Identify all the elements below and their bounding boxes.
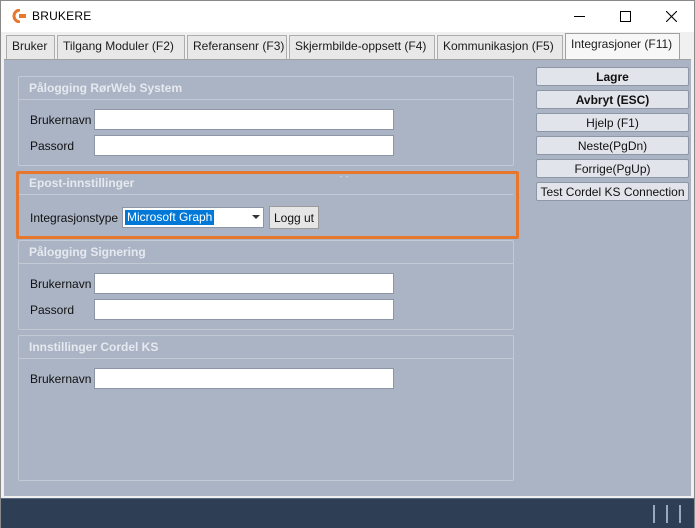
close-button[interactable] (648, 1, 694, 32)
signering-password-label: Passord (30, 303, 75, 317)
signering-password-input[interactable] (94, 299, 394, 320)
group-divider (19, 263, 513, 264)
status-bar (1, 498, 694, 528)
minimize-button[interactable] (556, 1, 602, 32)
tab-bruker[interactable]: Bruker (6, 35, 55, 59)
tab-label: Tilgang Moduler (F2) (63, 39, 174, 53)
tab-label: Skjermbilde-oppsett (F4) (295, 39, 427, 53)
rorweb-password-input[interactable] (94, 135, 394, 156)
next-button[interactable]: Neste(PgDn) (536, 136, 689, 155)
cordel-username-input[interactable] (94, 368, 394, 389)
tab-strip: Bruker Tilgang Moduler (F2) Referansenr … (1, 32, 694, 61)
test-cordel-connection-button[interactable]: Test Cordel KS Connection (536, 182, 689, 201)
tab-integrasjoner[interactable]: Integrasjoner (F11) (565, 33, 680, 61)
title-bar[interactable]: BRUKERE (1, 1, 694, 32)
close-icon (665, 11, 677, 22)
signering-username-input[interactable] (94, 273, 394, 294)
tab-skjermbilde-oppsett[interactable]: Skjermbilde-oppsett (F4) (289, 35, 435, 59)
signering-username-label: Brukernavn (30, 277, 92, 291)
highlight-frame (16, 171, 519, 239)
tab-kommunikasjon[interactable]: Kommunikasjon (F5) (437, 35, 563, 59)
save-button[interactable]: Lagre (536, 67, 689, 86)
cancel-button[interactable]: Avbryt (ESC) (536, 90, 689, 109)
status-separator (666, 505, 668, 523)
tab-referansenr[interactable]: Referansenr (F3) (187, 35, 287, 59)
tab-tilgang-moduler[interactable]: Tilgang Moduler (F2) (57, 35, 185, 59)
brukere-window: BRUKERE Bruker Tilgang Moduler (F2) Refe… (0, 0, 695, 528)
group-cordel-settings: Innstillinger Cordel KS Brukernavn (18, 335, 514, 481)
maximize-icon (619, 11, 631, 22)
maximize-button[interactable] (602, 1, 648, 32)
minimize-icon (573, 16, 585, 17)
group-divider (19, 99, 513, 100)
tab-label: Kommunikasjon (F5) (443, 39, 554, 53)
app-logo-icon (12, 9, 26, 23)
rorweb-username-label: Brukernavn (30, 113, 92, 127)
cordel-username-label: Brukernavn (30, 372, 92, 386)
tab-label: Integrasjoner (F11) (571, 37, 673, 51)
group-title: Pålogging RørWeb System (29, 81, 183, 95)
status-separator (679, 505, 681, 523)
group-title: Innstillinger Cordel KS (29, 340, 159, 354)
group-signering-login: Pålogging Signering Brukernavn Passord (18, 240, 514, 330)
group-rorweb-login: Pålogging RørWeb System Brukernavn Passo… (18, 76, 514, 178)
status-separator (653, 505, 655, 523)
window-title: BRUKERE (32, 9, 92, 23)
group-divider (19, 358, 513, 359)
help-button[interactable]: Hjelp (F1) (536, 113, 689, 132)
rorweb-password-label: Passord (30, 139, 75, 153)
tab-label: Bruker (12, 39, 48, 53)
group-title: Pålogging Signering (29, 245, 146, 259)
previous-button[interactable]: Forrige(PgUp) (536, 159, 689, 178)
integrasjoner-panel: Pålogging RørWeb System Brukernavn Passo… (4, 59, 691, 496)
tab-label: Referansenr (F3) (193, 39, 285, 53)
rorweb-username-input[interactable] (94, 109, 394, 130)
